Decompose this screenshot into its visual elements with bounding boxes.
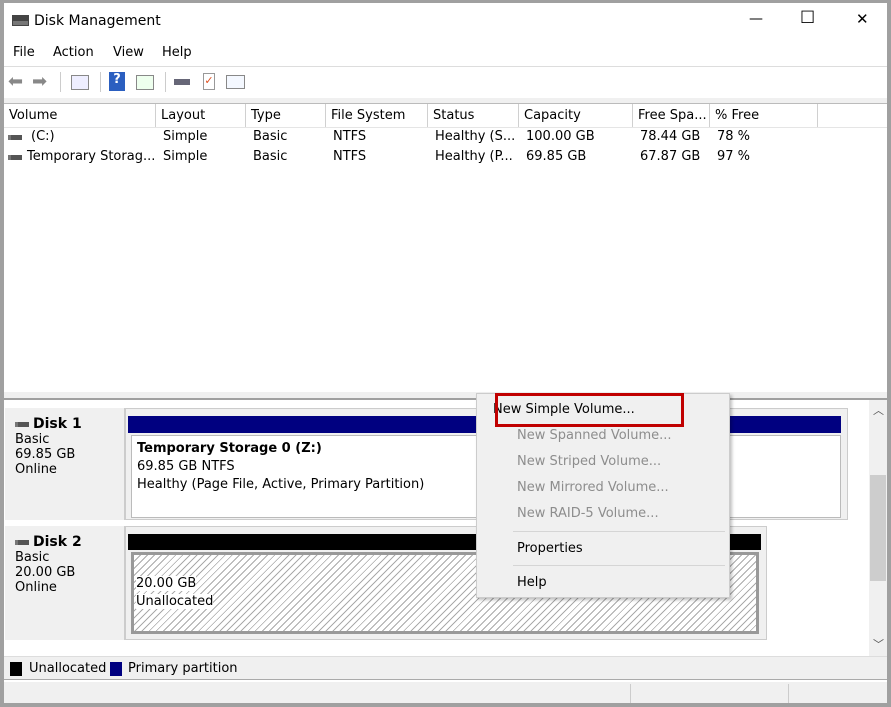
action-pane-icon[interactable] <box>136 75 154 90</box>
disk-1-label[interactable]: Disk 1 Basic 69.85 GB Online <box>5 408 125 520</box>
drive-icon <box>8 155 22 160</box>
cell-capacity: 100.00 GB <box>526 129 595 144</box>
connect-icon[interactable] <box>174 79 190 85</box>
scroll-down-icon[interactable]: ﹀ <box>873 636 884 652</box>
disk-name: Disk 1 <box>33 416 82 432</box>
cell-status: Healthy (S... <box>435 129 516 144</box>
scroll-up-icon[interactable]: ︿ <box>873 402 884 418</box>
scroll-thumb[interactable] <box>870 475 886 581</box>
minimize-button[interactable]: — <box>749 11 763 27</box>
legend-swatch-primary <box>110 662 122 676</box>
column-capacity[interactable]: Capacity <box>519 104 633 128</box>
unallocated-label: Unallocated <box>136 594 214 609</box>
cell-layout: Simple <box>163 129 208 144</box>
menu-view[interactable]: View <box>113 45 144 60</box>
drive-icon <box>8 135 22 140</box>
legend-swatch-unallocated <box>10 662 22 676</box>
cell-free-space: 78.44 GB <box>640 129 701 144</box>
cell-type: Basic <box>253 129 288 144</box>
maximize-button[interactable]: ☐ <box>800 8 815 28</box>
disk-status: Online <box>15 462 57 477</box>
forward-icon[interactable]: ➡ <box>32 71 47 92</box>
menu-action[interactable]: Action <box>53 45 94 60</box>
column-volume[interactable]: Volume <box>4 104 156 128</box>
checklist-icon[interactable]: ✓ <box>203 73 215 90</box>
legend-primary-partition: Primary partition <box>128 661 238 676</box>
cell-volume: Temporary Storag... <box>27 149 156 164</box>
disk-status: Online <box>15 580 57 595</box>
menu-item-new-spanned-volume: New Spanned Volume... <box>517 428 672 443</box>
vertical-scrollbar[interactable]: ︿ ﹀ <box>869 400 887 656</box>
legend: Unallocated Primary partition <box>4 656 887 680</box>
highlight-box <box>495 393 684 427</box>
cell-layout: Simple <box>163 149 208 164</box>
menu-item-new-raid5-volume: New RAID-5 Volume... <box>517 506 659 521</box>
properties-icon[interactable] <box>226 75 245 89</box>
column-percent-free[interactable]: % Free <box>710 104 818 128</box>
disk-icon <box>15 421 29 427</box>
cell-percent-free: 78 % <box>717 129 751 144</box>
cell-file-system: NTFS <box>333 149 367 164</box>
menu-file[interactable]: File <box>13 45 35 60</box>
cell-percent-free: 97 % <box>717 149 751 164</box>
cell-capacity: 69.85 GB <box>526 149 587 164</box>
window-title: Disk Management <box>34 13 161 29</box>
help-icon[interactable]: ? <box>109 72 125 91</box>
menu-item-help[interactable]: Help <box>517 575 747 590</box>
disk-management-window: Disk Management — ☐ ✕ File Action View H… <box>4 3 887 703</box>
column-free-space[interactable]: Free Spa... <box>633 104 710 128</box>
menu-item-new-striped-volume: New Striped Volume... <box>517 454 662 469</box>
disk-type: Basic <box>15 432 50 447</box>
column-file-system[interactable]: File System <box>326 104 428 128</box>
table-row[interactable]: Temporary Storag... Simple Basic NTFS He… <box>4 147 887 167</box>
menu-item-properties[interactable]: Properties <box>517 541 747 556</box>
toolbar: ⬅ ➡ ? ✓ <box>4 67 887 98</box>
context-menu: New Simple Volume... New Spanned Volume.… <box>476 393 730 598</box>
unallocated-size: 20.00 GB <box>136 576 197 591</box>
cell-free-space: 67.87 GB <box>640 149 701 164</box>
close-button[interactable]: ✕ <box>856 10 869 28</box>
disk-2-label[interactable]: Disk 2 Basic 20.00 GB Online <box>5 526 125 640</box>
console-tree-icon[interactable] <box>71 75 89 90</box>
back-icon[interactable]: ⬅ <box>8 71 23 92</box>
cell-status: Healthy (P... <box>435 149 513 164</box>
disk-name: Disk 2 <box>33 534 82 550</box>
menu-item-new-mirrored-volume: New Mirrored Volume... <box>517 480 669 495</box>
column-status[interactable]: Status <box>428 104 519 128</box>
column-type[interactable]: Type <box>246 104 326 128</box>
status-bar <box>4 682 887 703</box>
cell-volume: (C:) <box>31 129 55 144</box>
menu-help[interactable]: Help <box>162 45 192 60</box>
disk-management-icon <box>12 14 29 27</box>
cell-file-system: NTFS <box>333 129 367 144</box>
disk-size: 69.85 GB <box>15 447 76 462</box>
legend-unallocated: Unallocated <box>29 661 107 676</box>
disk-size: 20.00 GB <box>15 565 76 580</box>
table-row[interactable]: (C:) Simple Basic NTFS Healthy (S... 100… <box>4 127 887 147</box>
splitter[interactable] <box>4 392 887 400</box>
disk-icon <box>15 539 29 545</box>
cell-type: Basic <box>253 149 288 164</box>
disk-type: Basic <box>15 550 50 565</box>
column-layout[interactable]: Layout <box>156 104 246 128</box>
